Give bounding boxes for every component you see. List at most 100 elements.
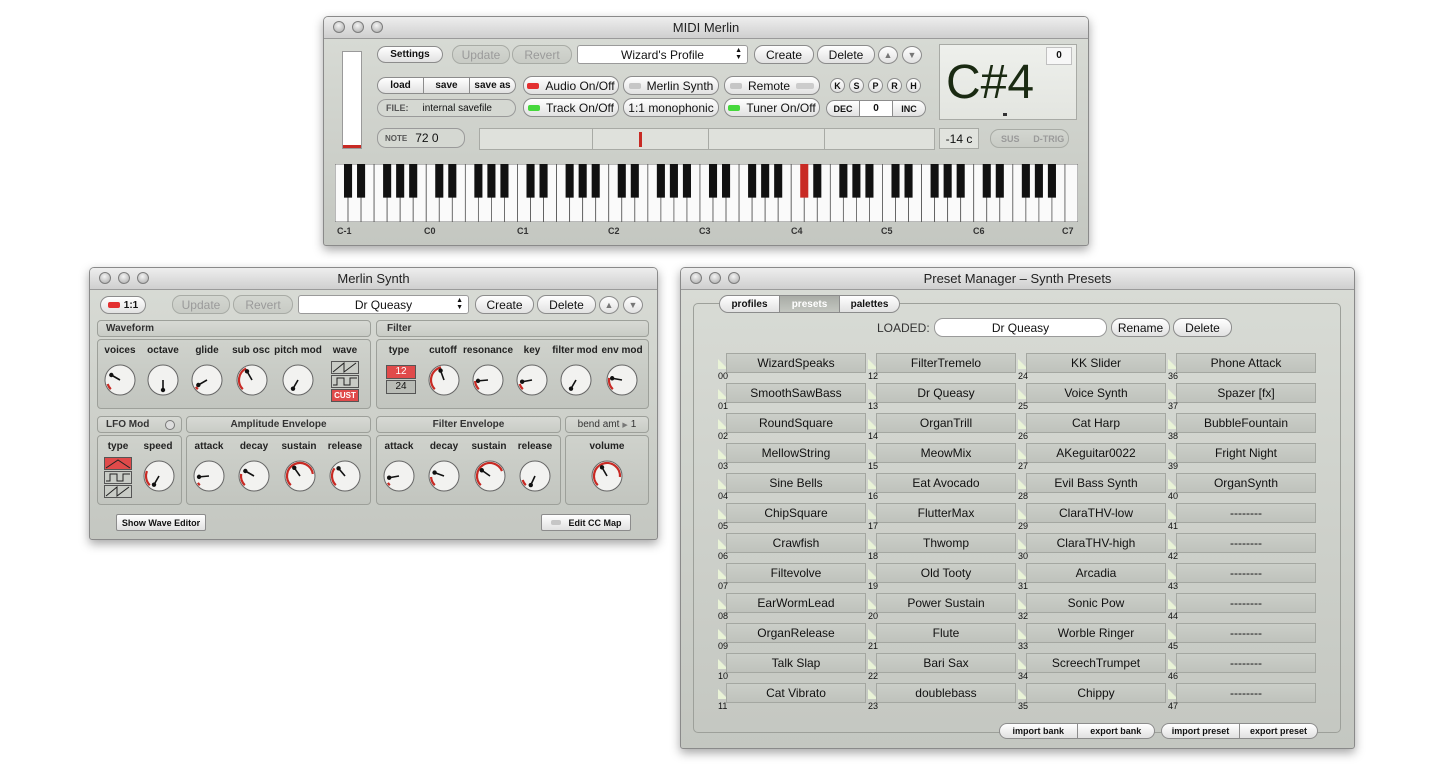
amp-attack-knob[interactable] <box>192 459 226 493</box>
synth-preset-select[interactable]: Dr Queasy ▲ ▼ <box>298 295 469 314</box>
update-button[interactable]: Update <box>452 45 510 64</box>
black-key[interactable] <box>956 164 965 198</box>
delete-button[interactable]: Delete <box>537 295 596 314</box>
triangle-wave-icon[interactable] <box>104 457 132 470</box>
black-key[interactable] <box>474 164 483 198</box>
preset-slot[interactable]: Fright Night <box>1176 443 1316 463</box>
arrow-down-button[interactable]: ▼ <box>623 296 643 314</box>
mono-mode-button[interactable]: 1:1 monophonic <box>623 98 719 117</box>
audio-toggle[interactable]: Audio On/Off <box>523 76 619 95</box>
octave-knob[interactable] <box>146 363 180 397</box>
key-knob[interactable] <box>515 363 549 397</box>
black-key[interactable] <box>995 164 1004 198</box>
preset-slot[interactable]: OrganRelease <box>726 623 866 643</box>
sub-osc-knob[interactable] <box>235 363 269 397</box>
dec-button[interactable]: DEC <box>827 101 860 116</box>
wave-selector[interactable]: CUST <box>331 361 359 402</box>
preset-slot[interactable]: RoundSquare <box>726 413 866 433</box>
preset-slot[interactable]: Dr Queasy <box>876 383 1016 403</box>
delete-button[interactable]: Delete <box>817 45 875 64</box>
preset-slot[interactable]: FilterTremelo <box>876 353 1016 373</box>
minimize-window-button[interactable] <box>352 21 364 33</box>
show-wave-editor-button[interactable]: Show Wave Editor <box>116 514 206 531</box>
preset-slot[interactable]: Voice Synth <box>1026 383 1166 403</box>
preset-slot[interactable]: Eat Avocado <box>876 473 1016 493</box>
amp-decay-knob[interactable] <box>237 459 271 493</box>
preset-slot[interactable]: FlutterMax <box>876 503 1016 523</box>
preset-slot[interactable]: Filtevolve <box>726 563 866 583</box>
midi-merlin-titlebar[interactable]: MIDI Merlin <box>324 17 1088 39</box>
preset-slot[interactable]: Old Tooty <box>876 563 1016 583</box>
filter-sustain-knob[interactable] <box>473 459 507 493</box>
black-key[interactable] <box>357 164 366 198</box>
black-key-pressed[interactable] <box>800 164 809 198</box>
saw-wave-icon[interactable] <box>331 361 359 374</box>
piano-keyboard-svg[interactable] <box>334 163 1079 223</box>
black-key[interactable] <box>1021 164 1030 198</box>
black-key[interactable] <box>943 164 952 198</box>
r-button[interactable]: R <box>887 78 902 93</box>
black-key[interactable] <box>591 164 600 198</box>
cutoff-knob[interactable] <box>427 363 461 397</box>
black-key[interactable] <box>708 164 718 198</box>
preset-slot[interactable]: Sine Bells <box>726 473 866 493</box>
filter-attack-knob[interactable] <box>382 459 416 493</box>
black-key[interactable] <box>383 164 392 198</box>
piano-keyboard[interactable] <box>334 163 1079 223</box>
black-key[interactable] <box>839 164 848 198</box>
arrow-up-button[interactable]: ▲ <box>878 46 898 64</box>
glide-knob[interactable] <box>190 363 224 397</box>
black-key[interactable] <box>813 164 822 198</box>
preset-slot[interactable]: OrganTrill <box>876 413 1016 433</box>
black-key[interactable] <box>865 164 874 198</box>
preset-slot[interactable]: -------- <box>1176 623 1316 643</box>
close-window-button[interactable] <box>333 21 345 33</box>
minimize-window-button[interactable] <box>118 272 130 284</box>
black-key[interactable] <box>774 164 783 198</box>
settings-button[interactable]: Settings <box>377 46 443 63</box>
arrow-down-button[interactable]: ▼ <box>902 46 922 64</box>
export-preset-button[interactable]: export preset <box>1240 724 1317 738</box>
sus-button[interactable]: SUS <box>991 130 1030 147</box>
black-key[interactable] <box>904 164 913 198</box>
profile-select[interactable]: Wizard's Profile ▲ ▼ <box>577 45 748 64</box>
preset-slot[interactable]: Phone Attack <box>1176 353 1316 373</box>
black-key[interactable] <box>982 164 991 198</box>
bend-amount[interactable]: bend amt ▶ 1 <box>565 416 649 433</box>
preset-slot[interactable]: -------- <box>1176 683 1316 703</box>
preset-slot[interactable]: BubbleFountain <box>1176 413 1316 433</box>
black-key[interactable] <box>630 164 639 198</box>
black-key[interactable] <box>1034 164 1043 198</box>
black-key[interactable] <box>656 164 665 198</box>
black-key[interactable] <box>448 164 457 198</box>
black-key[interactable] <box>722 164 731 198</box>
track-toggle[interactable]: Track On/Off <box>523 98 619 117</box>
cust-wave-button[interactable]: CUST <box>331 389 359 402</box>
filter-decay-knob[interactable] <box>427 459 461 493</box>
square-wave-icon[interactable] <box>104 471 132 484</box>
p-button[interactable]: P <box>868 78 883 93</box>
zoom-window-button[interactable] <box>137 272 149 284</box>
edit-cc-map-button[interactable]: Edit CC Map <box>541 514 631 531</box>
black-key[interactable] <box>526 164 535 198</box>
black-key[interactable] <box>409 164 418 198</box>
tuner-toggle[interactable]: Tuner On/Off <box>724 98 820 117</box>
preset-slot[interactable]: Evil Bass Synth <box>1026 473 1166 493</box>
preset-slot[interactable]: EarWormLead <box>726 593 866 613</box>
preset-slot[interactable]: Talk Slap <box>726 653 866 673</box>
save-button[interactable]: save <box>424 78 470 93</box>
save-as-button[interactable]: save as <box>470 78 515 93</box>
black-key[interactable] <box>565 164 574 198</box>
merlin-synth-toggle[interactable]: Merlin Synth <box>623 76 719 95</box>
preset-slot[interactable]: KK Slider <box>1026 353 1166 373</box>
preset-slot[interactable]: AKeguitar0022 <box>1026 443 1166 463</box>
export-bank-button[interactable]: export bank <box>1078 724 1155 738</box>
amp-release-knob[interactable] <box>328 459 362 493</box>
pitch-mod-knob[interactable] <box>281 363 315 397</box>
filter-12-button[interactable]: 12 <box>386 365 416 379</box>
preset-slot[interactable]: Thwomp <box>876 533 1016 553</box>
black-key[interactable] <box>1047 164 1056 198</box>
black-key[interactable] <box>396 164 405 198</box>
white-key[interactable] <box>1064 163 1079 223</box>
env-mod-knob[interactable] <box>605 363 639 397</box>
